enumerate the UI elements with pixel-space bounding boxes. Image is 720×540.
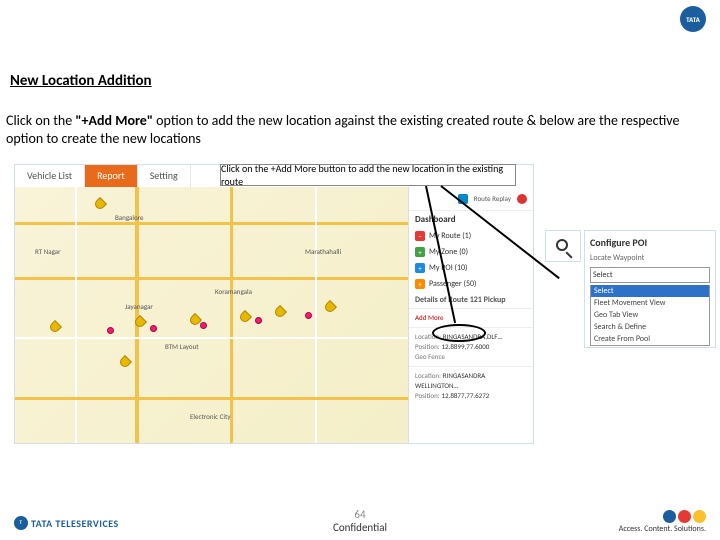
route-replay-label: Route Replay	[474, 194, 511, 203]
callout-tooltip: Click on the +Add More button to add the…	[220, 164, 516, 186]
docomo-bubble-icon	[678, 510, 691, 523]
map-canvas[interactable]: Bangalore Jayanagar Marathahalli Koraman…	[15, 187, 408, 443]
footer-center: 64 Confidential	[0, 508, 720, 534]
map-label: Jayanagar	[125, 302, 153, 311]
map-marker[interactable]	[273, 305, 287, 319]
search-icon	[556, 239, 570, 253]
dashboard-header: Dashboard	[409, 211, 533, 228]
tab-vehicle-list[interactable]: Vehicle List	[15, 165, 85, 187]
annotation-circle	[432, 324, 486, 342]
minus-icon: –	[415, 231, 425, 241]
map-marker[interactable]	[118, 355, 132, 369]
map-label: RT Nagar	[35, 247, 61, 256]
map-route-point	[255, 317, 262, 324]
add-more-link[interactable]: Add More	[415, 313, 444, 322]
my-zone-row[interactable]: + My Zone (0)	[409, 244, 533, 260]
page-number: 64	[0, 508, 720, 521]
waypoint-option[interactable]: Search & Define	[591, 321, 709, 333]
waypoint-option[interactable]: Fleet Movement View	[591, 297, 709, 309]
passenger-row[interactable]: + Passenger (50)	[409, 276, 533, 292]
map-marker[interactable]	[48, 320, 62, 334]
map-route-point	[107, 327, 114, 334]
tab-report[interactable]: Report	[85, 165, 138, 187]
map-label: Electronic City	[190, 412, 231, 421]
map-marker[interactable]	[238, 310, 252, 324]
plus-icon: +	[415, 279, 425, 289]
plus-icon: +	[415, 247, 425, 257]
map-area[interactable]: Bangalore Jayanagar Marathahalli Koraman…	[15, 187, 408, 443]
map-label: Bangalore	[115, 213, 144, 222]
page-title: New Location Addition	[10, 72, 152, 90]
tab-setting[interactable]: Setting	[138, 165, 191, 187]
map-marker[interactable]	[323, 300, 337, 314]
tata-logo-icon: TATA	[680, 6, 706, 32]
brand-logo-top: TATA	[680, 6, 706, 32]
location-entry-2: Location: RINGASANDRA WELLINGTON… Positi…	[409, 366, 533, 405]
docomo-bubble-icon	[663, 510, 676, 523]
footer-brand-right: Access. Content. Solutions.	[619, 510, 706, 534]
map-label: Koramangala	[215, 287, 252, 296]
map-label: Marathahalli	[305, 247, 341, 256]
docomo-bubble-icon	[693, 510, 706, 523]
map-route-point	[150, 325, 157, 332]
map-label: BTM Layout	[165, 342, 199, 351]
poi-config-icon[interactable]	[517, 194, 527, 204]
waypoint-option[interactable]: Create From Pool	[591, 333, 709, 345]
map-marker[interactable]	[93, 197, 107, 211]
app-screenshot: Vehicle List Report Setting Bangalore Ja…	[14, 164, 534, 444]
map-route-point	[200, 322, 207, 329]
confidential-label: Confidential	[0, 521, 720, 534]
waypoint-select[interactable]: Select	[590, 267, 710, 283]
plus-icon: +	[415, 263, 425, 273]
configure-poi-subtitle: Locate Waypoint	[590, 253, 710, 263]
my-poi-row[interactable]: + My POI (10)	[409, 260, 533, 276]
footer-tagline: Access. Content. Solutions.	[619, 524, 706, 534]
map-route-point	[305, 312, 312, 319]
side-panel: Route Replay Dashboard – My Route (1) + …	[408, 187, 533, 443]
waypoint-option[interactable]: Geo Tab View	[591, 309, 709, 321]
waypoint-options: Select Fleet Movement View Geo Tab View …	[590, 285, 710, 346]
details-header: Details of Route 121 Pickup	[409, 292, 533, 308]
configure-poi-popup: Configure POI Locate Waypoint Select Sel…	[584, 230, 716, 348]
waypoint-option[interactable]: Select	[591, 285, 709, 297]
magnifier-box	[545, 230, 581, 262]
configure-poi-title: Configure POI	[590, 236, 710, 249]
intro-text: Click on the "+Add More" option to add t…	[6, 112, 714, 148]
